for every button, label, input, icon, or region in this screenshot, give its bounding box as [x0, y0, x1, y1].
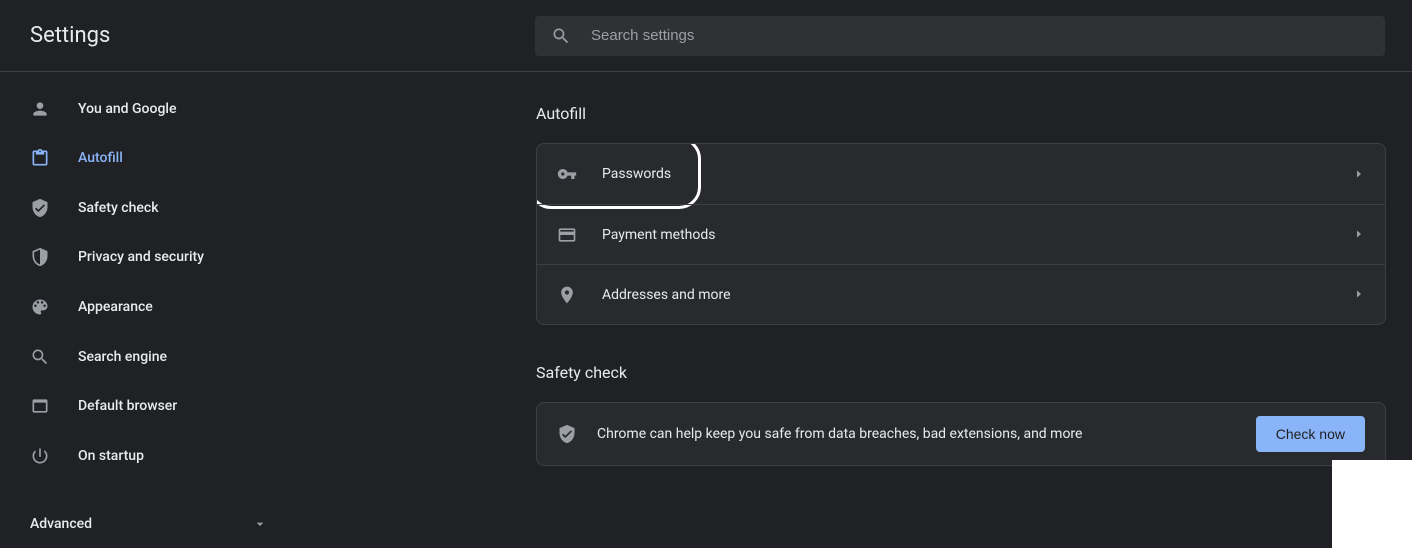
- row-label: Passwords: [602, 166, 1353, 182]
- row-label: Payment methods: [602, 227, 1353, 243]
- location-icon: [557, 285, 577, 305]
- safety-card: Chrome can help keep you safe from data …: [536, 402, 1386, 466]
- search-icon: [551, 26, 571, 46]
- sidebar-item-label: Privacy and security: [78, 249, 204, 265]
- search-input[interactable]: [591, 27, 1369, 44]
- sidebar-item-label: Search engine: [78, 349, 167, 365]
- chevron-right-icon: [1353, 225, 1365, 244]
- sidebar-item-search-engine[interactable]: Search engine: [0, 332, 290, 382]
- sidebar-item-label: You and Google: [78, 101, 176, 117]
- row-label: Addresses and more: [602, 287, 1353, 303]
- power-icon: [30, 446, 50, 466]
- safety-check-row: Chrome can help keep you safe from data …: [537, 403, 1385, 465]
- clipboard-icon: [30, 148, 50, 168]
- chevron-right-icon: [1353, 285, 1365, 304]
- shield-check-icon: [30, 198, 50, 218]
- header: Settings: [0, 0, 1412, 72]
- palette-icon: [30, 297, 50, 317]
- overlay-square: [1332, 460, 1412, 548]
- sidebar-item-safety-check[interactable]: Safety check: [0, 183, 290, 233]
- sidebar-advanced-toggle[interactable]: Advanced: [0, 500, 290, 548]
- section-title-autofill: Autofill: [536, 104, 1386, 123]
- search-container[interactable]: [535, 16, 1385, 56]
- sidebar-item-appearance[interactable]: Appearance: [0, 282, 290, 332]
- advanced-label: Advanced: [30, 516, 92, 532]
- sidebar: You and Google Autofill Safety check Pri…: [0, 72, 290, 548]
- safety-text: Chrome can help keep you safe from data …: [597, 426, 1256, 442]
- sidebar-item-autofill[interactable]: Autofill: [0, 134, 290, 184]
- search-icon: [30, 347, 50, 367]
- autofill-card: Passwords Payment methods Addresses and …: [536, 143, 1386, 325]
- key-icon: [557, 164, 577, 184]
- check-now-button[interactable]: Check now: [1256, 416, 1365, 452]
- main-content: Autofill Passwords Payment methods Addre…: [290, 72, 1412, 548]
- sidebar-item-label: Appearance: [78, 299, 153, 315]
- sidebar-item-default-browser[interactable]: Default browser: [0, 381, 290, 431]
- chevron-right-icon: [1353, 165, 1365, 184]
- shield-icon: [30, 247, 50, 267]
- sidebar-item-label: Autofill: [78, 150, 123, 166]
- row-payment-methods[interactable]: Payment methods: [537, 204, 1385, 264]
- sidebar-item-privacy[interactable]: Privacy and security: [0, 233, 290, 283]
- credit-card-icon: [557, 225, 577, 245]
- row-passwords[interactable]: Passwords: [537, 144, 1385, 204]
- sidebar-item-you-and-google[interactable]: You and Google: [0, 84, 290, 134]
- person-icon: [30, 99, 50, 119]
- chevron-down-icon: [252, 516, 268, 532]
- row-addresses[interactable]: Addresses and more: [537, 264, 1385, 324]
- section-title-safety: Safety check: [536, 363, 1386, 382]
- page-title: Settings: [30, 23, 535, 48]
- shield-check-icon: [557, 424, 577, 444]
- sidebar-item-label: Default browser: [78, 398, 177, 414]
- browser-icon: [30, 396, 50, 416]
- sidebar-item-label: On startup: [78, 448, 144, 464]
- sidebar-item-label: Safety check: [78, 200, 159, 216]
- sidebar-item-on-startup[interactable]: On startup: [0, 431, 290, 481]
